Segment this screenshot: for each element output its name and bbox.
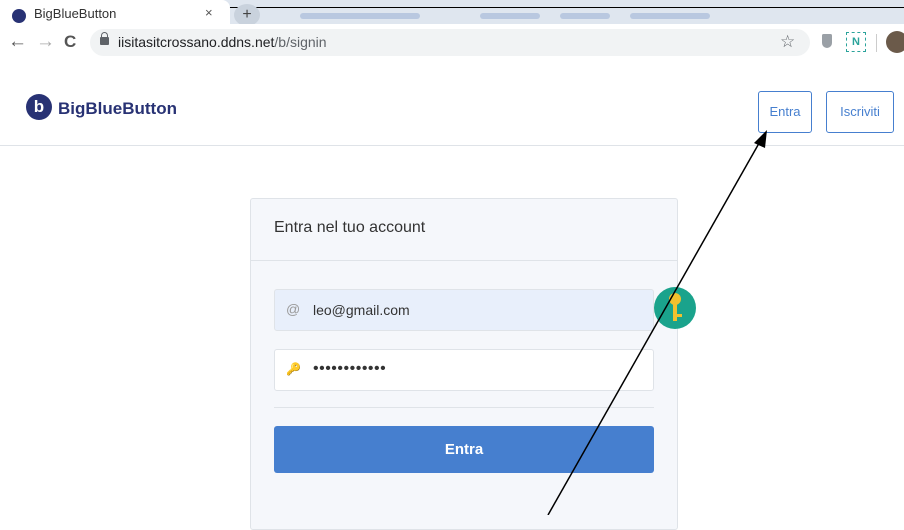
profile-avatar[interactable] (886, 31, 904, 53)
key-tooth (677, 314, 682, 317)
email-value[interactable]: leo@gmail.com (313, 302, 410, 318)
blurred-tab (480, 13, 540, 19)
blurred-tab (630, 13, 710, 19)
reload-icon[interactable]: C (64, 32, 76, 52)
address-bar[interactable]: iisitasitcrossano.ddns.net/b/signin ☆ (90, 29, 810, 56)
url-text[interactable]: iisitasitcrossano.ddns.net/b/signin (118, 34, 327, 50)
url-path: /b/signin (274, 34, 327, 50)
shield-icon[interactable] (822, 34, 832, 48)
signin-card: Entra nel tuo account @ leo@gmail.com 🔑 … (250, 198, 678, 530)
browser-toolbar: ← → C iisitasitcrossano.ddns.net/b/signi… (0, 24, 904, 62)
extension-n-icon[interactable]: N (846, 32, 866, 52)
divider (274, 407, 654, 408)
back-icon[interactable]: ← (8, 32, 27, 52)
page-title: Entra nel tuo account (274, 219, 426, 236)
blurred-tab (300, 13, 420, 19)
url-host: iisitasitcrossano.ddns.net (118, 34, 275, 50)
key-icon: 🔑 (286, 362, 301, 376)
password-manager-key-icon[interactable] (654, 287, 696, 329)
card-header: Entra nel tuo account (251, 199, 677, 261)
email-field[interactable]: @ leo@gmail.com (274, 289, 654, 331)
star-icon[interactable]: ☆ (780, 32, 795, 52)
tab-strip: BigBlueButton × + (0, 0, 904, 24)
email-icon: @ (286, 301, 301, 317)
lock-icon[interactable] (100, 32, 109, 45)
tab-close-icon[interactable]: × (205, 5, 213, 20)
blurred-tab (560, 13, 610, 19)
forward-icon[interactable]: → (36, 32, 55, 52)
login-button[interactable]: Entra (758, 91, 812, 133)
logo-text[interactable]: BigBlueButton (58, 99, 177, 119)
toolbar-separator (876, 34, 877, 52)
bigbluebutton-logo-icon[interactable]: b (26, 94, 52, 120)
key-shaft (673, 303, 677, 321)
password-value[interactable]: •••••••••••• (313, 360, 386, 378)
new-tab-button[interactable]: + (234, 4, 260, 24)
tab-title: BigBlueButton (34, 6, 117, 21)
signup-button[interactable]: Iscriviti (826, 91, 894, 133)
submit-login-button[interactable]: Entra (274, 426, 654, 473)
site-header: b BigBlueButton Entra Iscriviti (0, 62, 904, 146)
bigbluebutton-favicon-icon (12, 9, 26, 23)
browser-tab[interactable]: BigBlueButton × (0, 0, 230, 24)
password-field[interactable]: 🔑 •••••••••••• (274, 349, 654, 391)
